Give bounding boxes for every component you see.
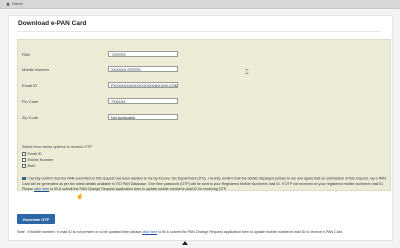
request-form: PAN Mobile Number XXXXXX Email ID PXXXXX… xyxy=(17,39,391,191)
masked-value xyxy=(127,68,142,71)
otp-option-email[interactable]: Email ID xyxy=(22,152,42,156)
note-click-here-link[interactable]: click here xyxy=(142,230,157,234)
otp-options-title: Select from below options to receive OTP xyxy=(22,145,92,149)
masked-value xyxy=(112,53,126,56)
consent-click-here-link[interactable]: click here xyxy=(34,187,49,191)
mobile-number-label: Mobile Number xyxy=(22,67,50,72)
pan-label: PAN xyxy=(22,52,30,57)
zip-code-field[interactable]: Not Applicable xyxy=(108,114,178,120)
download-epan-card: Download e-PAN Card PAN Mobile Number XX… xyxy=(8,15,393,241)
both-checkbox[interactable] xyxy=(22,164,26,168)
breadcrumb[interactable]: Home xyxy=(6,1,23,6)
breadcrumb-home-label[interactable]: Home xyxy=(12,1,23,6)
email-id-field[interactable]: PXXXXXXXXXXXXXXXX@XXXX.COM xyxy=(108,82,178,88)
top-navigation-bar: Home xyxy=(0,0,400,9)
note-text: Note : If Mobile number / e-mail ID is n… xyxy=(17,230,343,234)
home-icon xyxy=(6,1,10,6)
pin-code-label: Pin Code xyxy=(22,99,39,104)
pin-code-field[interactable]: 7XXXX3 xyxy=(108,98,178,104)
consent-text: I hereby confirm that the PAN submitted … xyxy=(22,176,386,191)
mobile-checkbox[interactable] xyxy=(22,158,26,162)
text-cursor-icon: ⌶ xyxy=(245,70,249,76)
mobile-number-field[interactable]: XXXXXX xyxy=(108,66,178,72)
page-title: Download e-PAN Card xyxy=(18,20,87,27)
email-checkbox[interactable] xyxy=(22,152,26,156)
hand-cursor-icon: ☝ xyxy=(76,194,84,200)
consent-checkbox[interactable] xyxy=(22,176,26,180)
title-divider xyxy=(17,31,381,32)
pan-field[interactable] xyxy=(108,51,178,57)
email-id-label: Email ID xyxy=(22,83,38,88)
otp-option-both[interactable]: Both xyxy=(22,164,35,168)
generate-otp-button[interactable]: Generate OTP xyxy=(17,214,55,224)
otp-option-mobile[interactable]: Mobile Number xyxy=(22,158,53,162)
scroll-up-icon[interactable] xyxy=(182,241,188,245)
zip-code-label: Zip Code xyxy=(22,115,39,120)
